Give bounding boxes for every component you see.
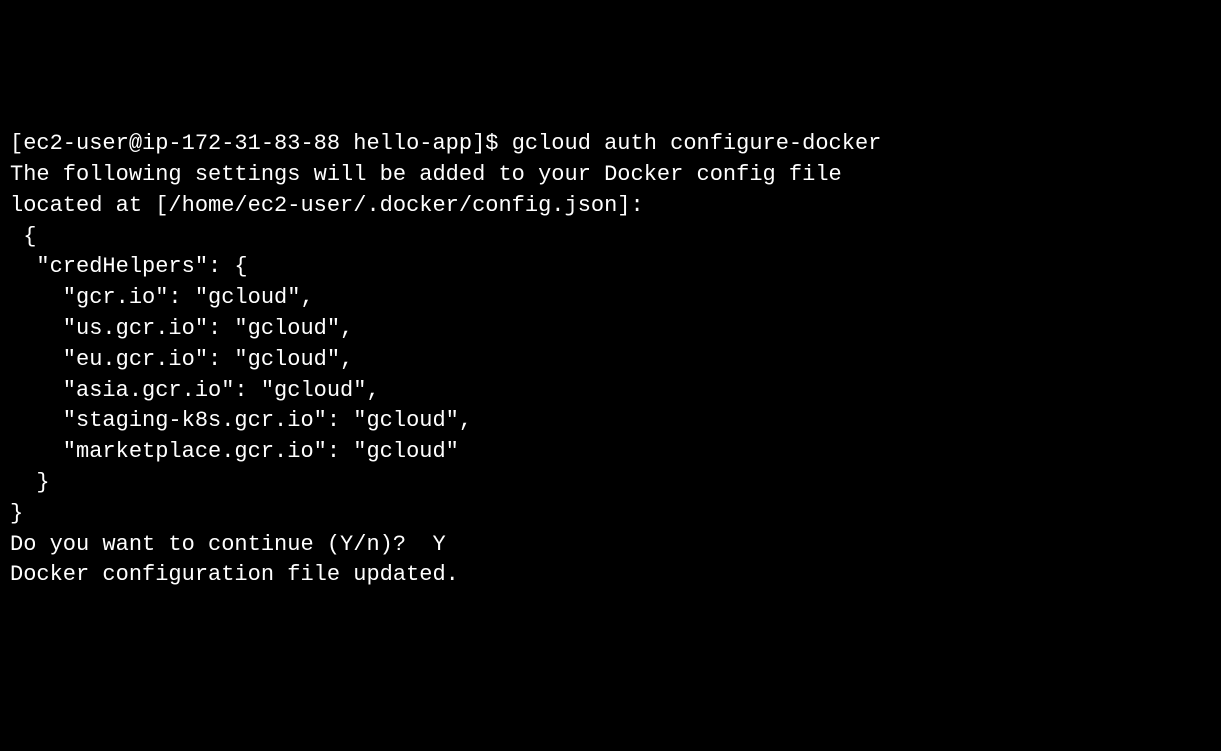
- json-output-line: }: [10, 468, 1211, 499]
- json-output-line: "us.gcr.io": "gcloud",: [10, 314, 1211, 345]
- confirm-prompt-line: Do you want to continue (Y/n)? Y: [10, 530, 1211, 561]
- terminal-window[interactable]: [ec2-user@ip-172-31-83-88 hello-app]$ gc…: [10, 129, 1211, 591]
- shell-prompt: [ec2-user@ip-172-31-83-88 hello-app]$: [10, 131, 512, 156]
- json-output-line: "staging-k8s.gcr.io": "gcloud",: [10, 406, 1211, 437]
- confirm-response[interactable]: Y: [432, 532, 445, 557]
- command-text: gcloud auth configure-docker: [512, 131, 882, 156]
- json-output-line: "credHelpers": {: [10, 252, 1211, 283]
- json-output-line: }: [10, 499, 1211, 530]
- json-output-line: "marketplace.gcr.io": "gcloud": [10, 437, 1211, 468]
- success-message: Docker configuration file updated.: [10, 560, 1211, 591]
- json-output-line: "eu.gcr.io": "gcloud",: [10, 345, 1211, 376]
- json-output-line: {: [10, 222, 1211, 253]
- terminal-line-prompt: [ec2-user@ip-172-31-83-88 hello-app]$ gc…: [10, 129, 1211, 160]
- json-output-line: "asia.gcr.io": "gcloud",: [10, 376, 1211, 407]
- confirm-prompt: Do you want to continue (Y/n)?: [10, 532, 432, 557]
- json-output-line: "gcr.io": "gcloud",: [10, 283, 1211, 314]
- output-line: located at [/home/ec2-user/.docker/confi…: [10, 191, 1211, 222]
- output-line: The following settings will be added to …: [10, 160, 1211, 191]
